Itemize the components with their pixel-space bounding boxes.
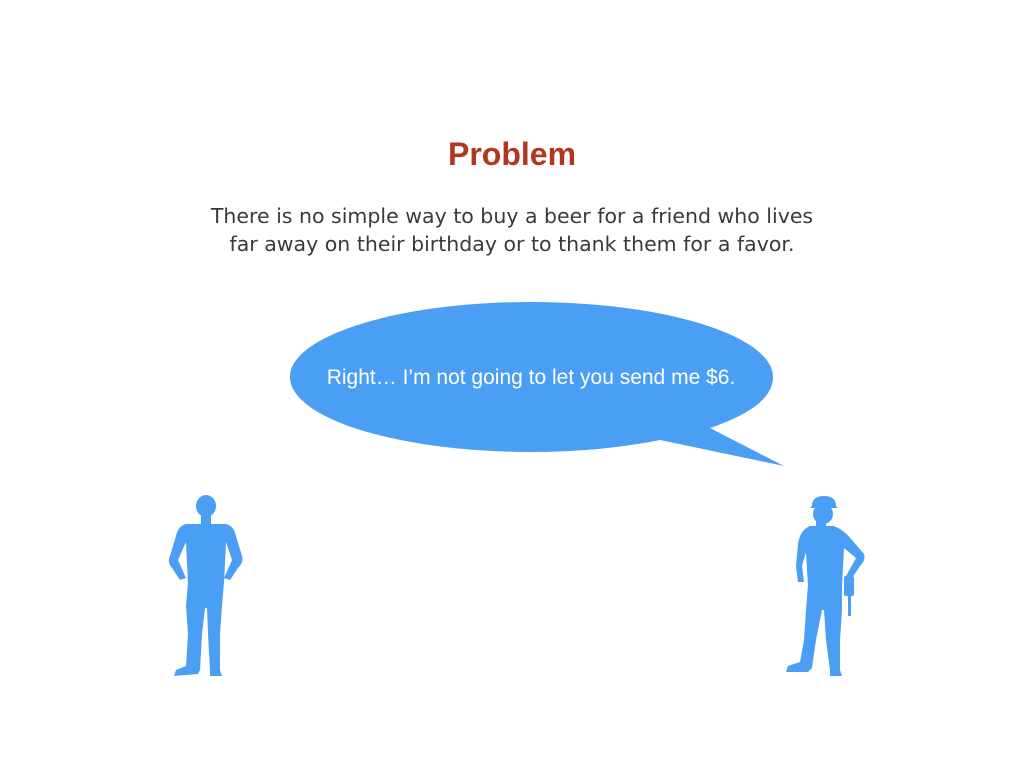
worker-with-hard-hat-and-tool-belt-icon [786, 496, 865, 676]
man-standing-hands-on-hips-icon [168, 495, 243, 676]
slide: Problem There is no simple way to buy a … [0, 0, 1024, 768]
speech-bubble-text: Right… I’m not going to let you send me … [326, 366, 736, 389]
